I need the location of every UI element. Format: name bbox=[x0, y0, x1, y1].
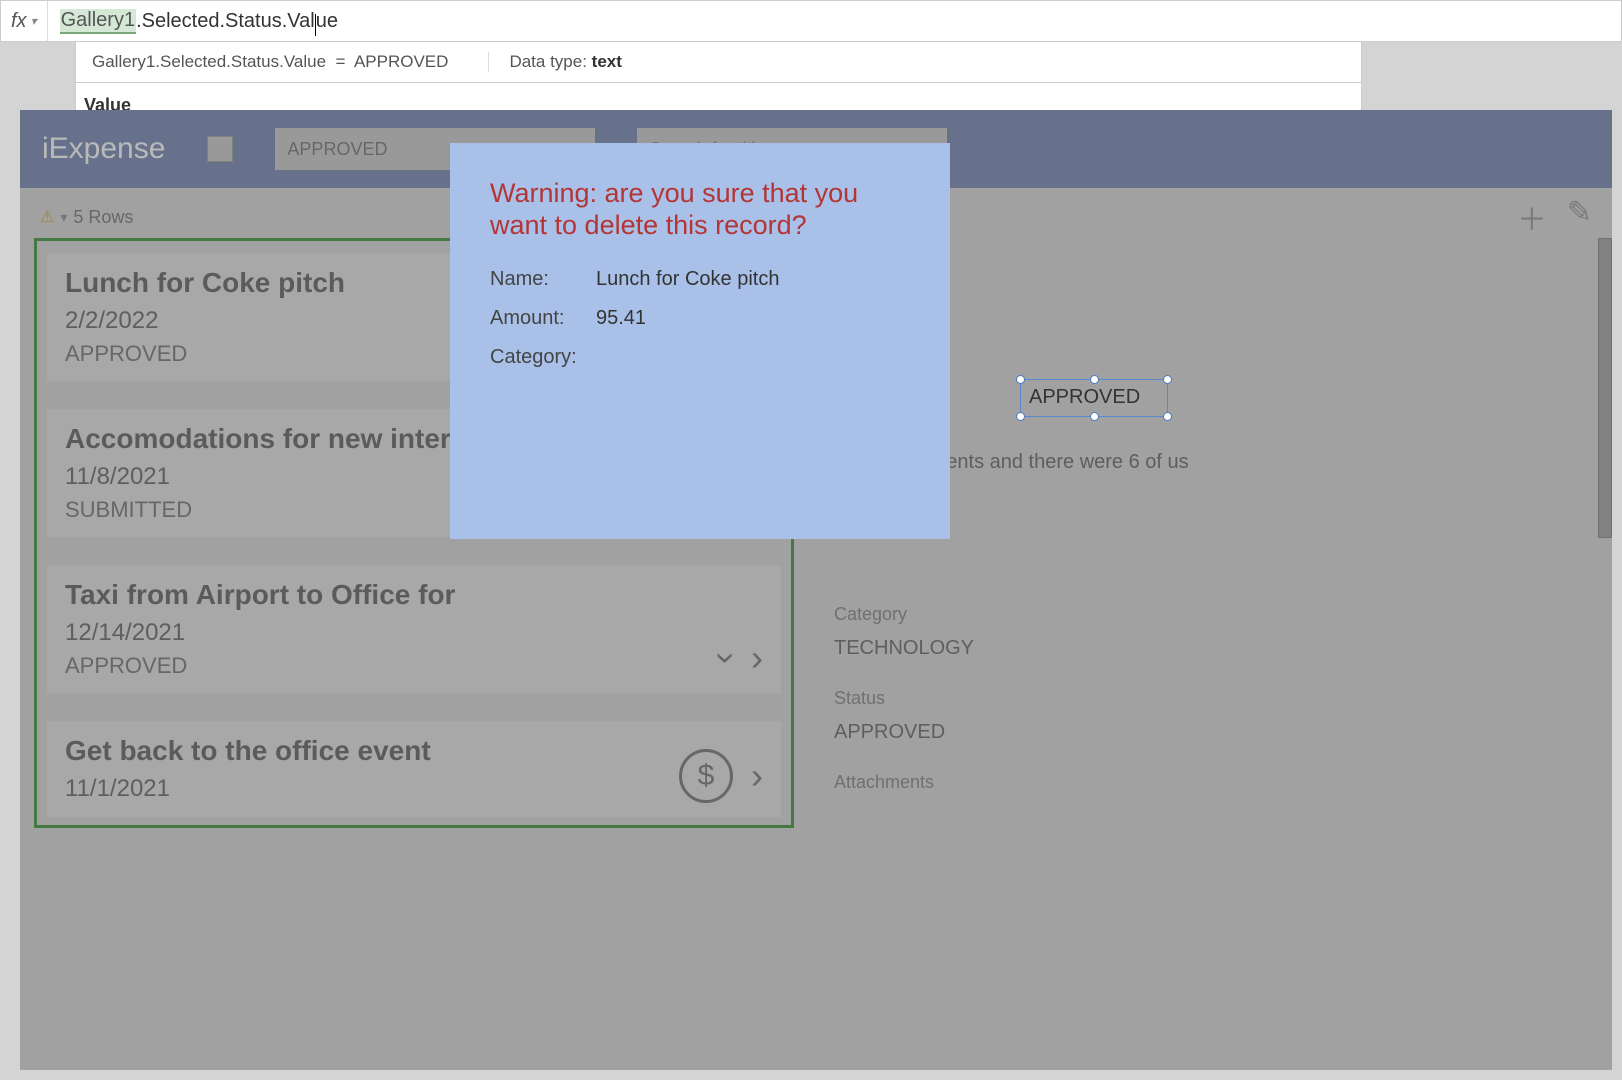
attachments-label: Attachments bbox=[834, 772, 1592, 793]
scrollbar-thumb[interactable] bbox=[1598, 238, 1612, 538]
resize-handle[interactable] bbox=[1090, 375, 1099, 384]
popup-value: 95.41 bbox=[596, 307, 646, 330]
equals-sign: = bbox=[336, 52, 346, 71]
formula-tail: ue bbox=[316, 10, 338, 33]
popup-row: Category: bbox=[490, 346, 910, 369]
filter-checkbox[interactable] bbox=[207, 136, 233, 162]
formula-highlight: Gallery1 bbox=[60, 9, 136, 34]
formula-bar: fx ▾ Gallery1.Selected.Status.Value bbox=[0, 0, 1622, 42]
intellisense-bar: Gallery1.Selected.Status.Value = APPROVE… bbox=[75, 42, 1362, 83]
edit-icon[interactable]: ✎ bbox=[1567, 195, 1592, 239]
fx-text: fx bbox=[11, 10, 27, 33]
resize-handle[interactable] bbox=[1163, 375, 1172, 384]
popup-label: Name: bbox=[490, 268, 596, 291]
resize-handle[interactable] bbox=[1016, 375, 1025, 384]
selected-control-text: APPROVED bbox=[1029, 386, 1140, 409]
chevron-down-icon: ▾ bbox=[31, 14, 37, 28]
popup-label: Category: bbox=[490, 346, 596, 369]
gallery-item[interactable]: Get back to the office event 11/1/2021 $… bbox=[47, 721, 781, 817]
intellisense-datatype: Data type: text bbox=[488, 52, 621, 72]
formula-rest: .Selected.Status.Val bbox=[136, 10, 315, 33]
selected-control[interactable]: APPROVED bbox=[1020, 379, 1168, 417]
warning-icon[interactable]: ⚠ bbox=[40, 207, 54, 227]
datatype-label: Data type: bbox=[509, 52, 591, 71]
app-title: iExpense bbox=[42, 132, 165, 166]
item-title: Taxi from Airport to Office for bbox=[65, 579, 763, 611]
popup-warning-text: Warning: are you sure that you want to d… bbox=[490, 177, 910, 242]
gallery-item[interactable]: Taxi from Airport to Office for 12/14/20… bbox=[47, 565, 781, 693]
intellisense-result: Gallery1.Selected.Status.Value = APPROVE… bbox=[92, 52, 448, 72]
popup-value: Lunch for Coke pitch bbox=[596, 268, 779, 291]
category-label: Category bbox=[834, 604, 1592, 625]
datatype-value: text bbox=[592, 52, 622, 71]
item-status: APPROVED bbox=[65, 653, 763, 679]
chevron-right-icon[interactable]: › bbox=[751, 755, 763, 797]
dollar-icon[interactable]: $ bbox=[679, 749, 733, 803]
popup-label: Amount: bbox=[490, 307, 596, 330]
chevron-down-icon[interactable]: › bbox=[706, 652, 748, 664]
fx-label[interactable]: fx ▾ bbox=[1, 1, 48, 41]
dropdown-value: APPROVED bbox=[287, 139, 387, 160]
resize-handle[interactable] bbox=[1016, 412, 1025, 421]
intellisense-value: APPROVED bbox=[354, 52, 448, 71]
item-actions: › › bbox=[721, 637, 763, 679]
toolbar-right: ＋ ✎ bbox=[1517, 195, 1592, 239]
popup-row: Amount: 95.41 bbox=[490, 307, 910, 330]
status-label: Status bbox=[834, 688, 1592, 709]
item-date: 12/14/2021 bbox=[65, 619, 763, 647]
resize-handle[interactable] bbox=[1163, 412, 1172, 421]
chevron-right-icon[interactable]: › bbox=[751, 637, 763, 679]
category-value: TECHNOLOGY bbox=[834, 637, 1592, 660]
formula-input[interactable]: Gallery1.Selected.Status.Value bbox=[48, 9, 1621, 34]
item-title: Get back to the office event bbox=[65, 735, 763, 767]
text-cursor bbox=[315, 14, 316, 36]
add-icon[interactable]: ＋ bbox=[1517, 195, 1547, 239]
popup-row: Name: Lunch for Coke pitch bbox=[490, 268, 910, 291]
chevron-down-icon[interactable]: ▾ bbox=[60, 209, 67, 226]
intellisense-expr: Gallery1.Selected.Status.Value bbox=[92, 52, 326, 71]
item-actions: $ › bbox=[679, 749, 763, 803]
resize-handle[interactable] bbox=[1090, 412, 1099, 421]
item-date: 11/1/2021 bbox=[65, 775, 763, 803]
status-value: APPROVED bbox=[834, 721, 1592, 744]
delete-confirm-popup: Warning: are you sure that you want to d… bbox=[450, 143, 950, 539]
row-count: 5 Rows bbox=[73, 207, 133, 228]
app-canvas: iExpense APPROVED ▾ Search for title ⚠ ▾… bbox=[20, 110, 1612, 1070]
